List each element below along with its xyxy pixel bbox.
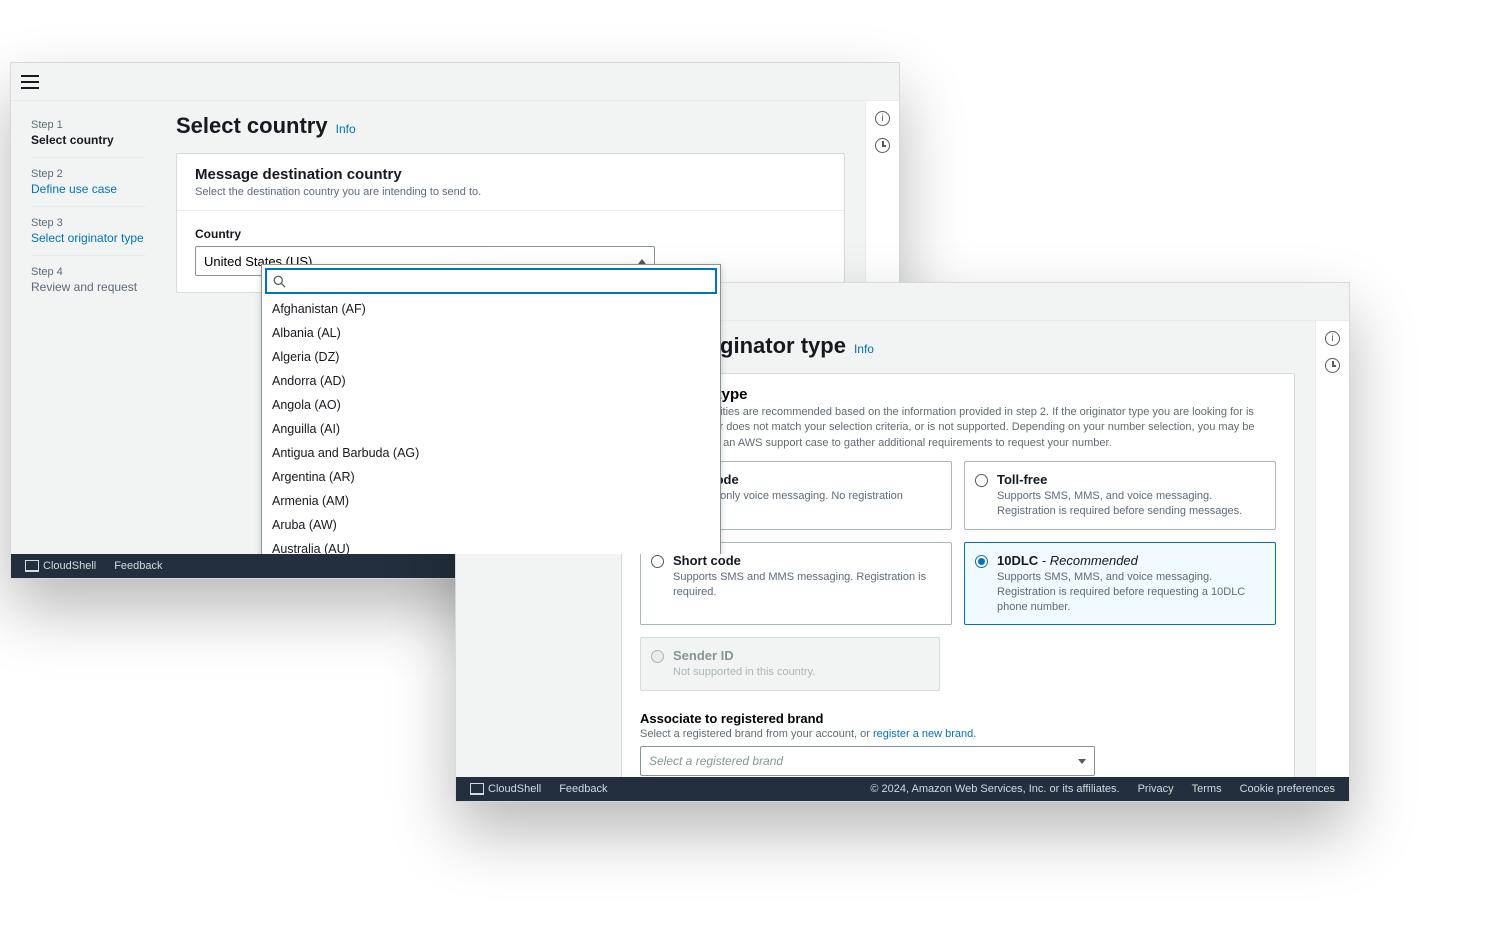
dropdown-option[interactable]: Algeria (DZ) bbox=[262, 345, 720, 369]
dropdown-search-input[interactable] bbox=[292, 274, 709, 288]
dropdown-search bbox=[265, 268, 717, 294]
history-icon[interactable] bbox=[875, 138, 890, 153]
option-title: Short code bbox=[673, 553, 939, 568]
option-desc: Not supported in this country. bbox=[673, 665, 927, 680]
dropdown-list[interactable]: Afghanistan (AF)Albania (AL)Algeria (DZ)… bbox=[262, 297, 720, 554]
caret-down-icon bbox=[1078, 759, 1086, 764]
info-icon[interactable]: i bbox=[1325, 331, 1340, 346]
option-desc: Supports SMS, MMS, and voice messaging. … bbox=[997, 489, 1263, 519]
option-title: Toll-free bbox=[997, 472, 1263, 487]
wizard-sidebar: Step 1 Select country Step 2 Define use ca… bbox=[11, 101, 166, 554]
option-desc: Supports SMS, MMS, and voice messaging. … bbox=[997, 570, 1263, 615]
dropdown-option[interactable]: Angola (AO) bbox=[262, 393, 720, 417]
originator-type-card: Originator type Origination identities a… bbox=[621, 373, 1295, 777]
cloudshell-link[interactable]: CloudShell bbox=[25, 560, 96, 572]
page-title: Select country Info bbox=[176, 113, 845, 139]
step-define-use-case[interactable]: Define use case bbox=[31, 182, 146, 196]
step-select-country: Select country bbox=[31, 133, 146, 147]
search-icon bbox=[273, 275, 286, 288]
assoc-brand-help: Select a registered brand from your acco… bbox=[640, 728, 1276, 740]
card-title: Message destination country bbox=[195, 166, 826, 183]
radio-icon bbox=[651, 555, 664, 568]
option-10dlc[interactable]: 10DLC - Recommended Supports SMS, MMS, a… bbox=[964, 542, 1276, 626]
dropdown-option[interactable]: Albania (AL) bbox=[262, 321, 720, 345]
history-icon[interactable] bbox=[1325, 358, 1340, 373]
step-label: Step 2 bbox=[31, 168, 146, 180]
cloudshell-link[interactable]: CloudShell bbox=[470, 783, 541, 795]
card-description: Origination identities are recommended b… bbox=[640, 405, 1276, 451]
country-dropdown[interactable]: Afghanistan (AF)Albania (AL)Algeria (DZ)… bbox=[261, 264, 721, 554]
option-sender-id: Sender ID Not supported in this country. bbox=[640, 637, 940, 691]
option-short-code[interactable]: Short code Supports SMS and MMS messagin… bbox=[640, 542, 952, 626]
dropdown-option[interactable]: Armenia (AM) bbox=[262, 489, 720, 513]
step-review: Review and request bbox=[31, 280, 146, 294]
brand-select-placeholder: Select a registered brand bbox=[649, 754, 783, 768]
help-rail: i bbox=[1315, 321, 1349, 777]
dropdown-option[interactable]: Andorra (AD) bbox=[262, 369, 720, 393]
option-desc: Supports SMS and MMS messaging. Registra… bbox=[673, 570, 939, 600]
info-link[interactable]: Info bbox=[854, 342, 874, 356]
option-title: 10DLC - Recommended bbox=[997, 553, 1263, 568]
caret-up-icon bbox=[638, 259, 646, 264]
topbar bbox=[11, 63, 899, 101]
radio-icon bbox=[975, 474, 988, 487]
copyright-text: © 2024, Amazon Web Services, Inc. or its… bbox=[870, 783, 1119, 795]
step-label: Step 3 bbox=[31, 217, 146, 229]
cookie-prefs-link[interactable]: Cookie preferences bbox=[1240, 783, 1335, 795]
dropdown-option[interactable]: Afghanistan (AF) bbox=[262, 297, 720, 321]
feedback-link[interactable]: Feedback bbox=[114, 560, 162, 572]
card-title: Originator type bbox=[640, 386, 1276, 403]
option-toll-free[interactable]: Toll-free Supports SMS, MMS, and voice m… bbox=[964, 461, 1276, 530]
step-select-originator[interactable]: Select originator type bbox=[31, 231, 146, 245]
dropdown-option[interactable]: Australia (AU) bbox=[262, 537, 720, 554]
dropdown-option[interactable]: Aruba (AW) bbox=[262, 513, 720, 537]
card-subtitle: Select the destination country you are i… bbox=[195, 186, 826, 198]
dropdown-option[interactable]: Argentina (AR) bbox=[262, 465, 720, 489]
step-label: Step 1 bbox=[31, 119, 146, 131]
register-brand-link[interactable]: register a new brand bbox=[873, 728, 973, 740]
page-title-text: Select country bbox=[176, 113, 328, 139]
radio-icon bbox=[651, 650, 664, 663]
option-title: Sender ID bbox=[673, 648, 927, 663]
radio-icon bbox=[975, 555, 988, 568]
brand-select[interactable]: Select a registered brand bbox=[640, 746, 1095, 776]
privacy-link[interactable]: Privacy bbox=[1138, 783, 1174, 795]
originator-options: Long code Supports only voice messaging.… bbox=[640, 461, 1276, 691]
info-link[interactable]: Info bbox=[336, 122, 356, 136]
hamburger-icon[interactable] bbox=[21, 75, 39, 89]
dropdown-option[interactable]: Anguilla (AI) bbox=[262, 417, 720, 441]
feedback-link[interactable]: Feedback bbox=[559, 783, 607, 795]
step-label: Step 4 bbox=[31, 266, 146, 278]
dropdown-option[interactable]: Antigua and Barbuda (AG) bbox=[262, 441, 720, 465]
country-label: Country bbox=[195, 227, 826, 241]
footer: CloudShell Feedback © 2024, Amazon Web S… bbox=[456, 777, 1349, 801]
info-icon[interactable]: i bbox=[875, 111, 890, 126]
assoc-brand-label: Associate to registered brand bbox=[640, 711, 1276, 726]
page-title: Select originator type Info bbox=[621, 333, 1295, 359]
terms-link[interactable]: Terms bbox=[1192, 783, 1222, 795]
